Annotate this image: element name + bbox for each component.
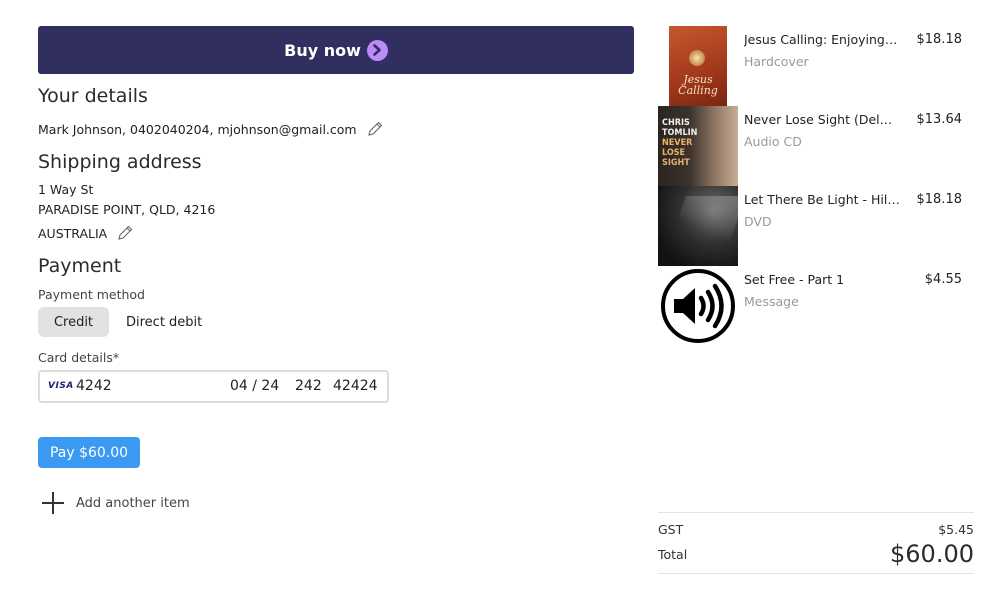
- shipping-address-heading: Shipping address: [38, 151, 202, 173]
- address-country-line: AUSTRALIA: [38, 225, 133, 244]
- item-format: Message: [744, 294, 799, 309]
- contact-line: Mark Johnson, 0402040204, mjohnson@gmail…: [38, 121, 383, 140]
- edit-details-pencil-icon[interactable]: [367, 121, 383, 140]
- gst-value: $5.45: [938, 522, 974, 537]
- plus-icon: [42, 492, 64, 514]
- card-number-input[interactable]: 4242: [76, 378, 112, 394]
- edit-address-pencil-icon[interactable]: [117, 225, 133, 244]
- contact-text: Mark Johnson, 0402040204, mjohnson@gmail…: [38, 122, 357, 137]
- cover-title-text: Jesus Calling: [678, 73, 718, 97]
- pay-button[interactable]: Pay $60.00: [38, 437, 140, 468]
- cover-artist-line: TOMLIN: [662, 128, 698, 138]
- chris-tomlin-cover-image: CHRIS TOMLIN NEVER LOSE SIGHT: [658, 106, 738, 186]
- total-value: $60.00: [890, 540, 974, 568]
- cover-title-line: LOSE: [662, 148, 686, 158]
- item-format: Hardcover: [744, 54, 809, 69]
- address-line-1: 1 Way St: [38, 182, 94, 197]
- item-format: DVD: [744, 214, 772, 229]
- gst-label: GST: [658, 522, 684, 537]
- cart-item: CHRIS TOMLIN NEVER LOSE SIGHT Never Lose…: [658, 106, 974, 186]
- add-another-item-button[interactable]: Add another item: [42, 492, 190, 514]
- visa-card-brand-icon: VISA: [48, 381, 74, 391]
- total-label: Total: [658, 547, 688, 562]
- speaker-icon: [658, 266, 738, 346]
- buy-now-label: Buy now: [284, 40, 361, 60]
- card-expiry-input[interactable]: 04 / 24: [230, 378, 279, 394]
- item-price: $18.18: [916, 192, 963, 207]
- item-name: Let There Be Light - Hills...: [744, 192, 900, 207]
- card-details-label: Card details*: [38, 350, 120, 365]
- cover-artist-line: CHRIS: [662, 118, 690, 128]
- card-details-field[interactable]: VISA 4242 04 / 24 242 42424: [38, 370, 389, 403]
- payment-method-label: Payment method: [38, 287, 145, 302]
- payment-method-direct-debit[interactable]: Direct debit: [120, 307, 208, 337]
- card-postcode-input[interactable]: 42424: [333, 378, 378, 394]
- cart-item: Set Free - Part 1 Message $4.55: [658, 266, 974, 346]
- cart-item: Jesus Calling Jesus Calling: Enjoying P.…: [658, 26, 974, 106]
- add-another-item-label: Add another item: [76, 495, 190, 511]
- buy-now-button[interactable]: Buy now: [38, 26, 634, 74]
- address-line-2: PARADISE POINT, QLD, 4216: [38, 202, 216, 217]
- address-country: AUSTRALIA: [38, 226, 108, 241]
- payment-method-credit[interactable]: Credit: [38, 307, 109, 337]
- chevron-right-icon: [366, 39, 388, 61]
- totals-top-divider: [658, 512, 974, 513]
- item-price: $4.55: [924, 272, 962, 287]
- card-cvc-input[interactable]: 242: [295, 378, 322, 394]
- your-details-heading: Your details: [38, 85, 148, 107]
- item-name: Jesus Calling: Enjoying P...: [744, 32, 900, 47]
- payment-heading: Payment: [38, 255, 122, 277]
- jesus-calling-cover-image: Jesus Calling: [669, 26, 727, 106]
- item-name: Set Free - Part 1: [744, 272, 845, 287]
- item-price: $18.18: [916, 32, 963, 47]
- cover-title-line: NEVER: [662, 138, 693, 148]
- item-name: Never Lose Sight (Delux...: [744, 112, 900, 127]
- totals-bottom-divider: [658, 573, 974, 574]
- item-format: Audio CD: [744, 134, 802, 149]
- cart-item: Let There Be Light - Hills... DVD $18.18: [658, 186, 974, 266]
- let-there-be-light-cover-image: [658, 186, 738, 266]
- cover-title-line: SIGHT: [662, 158, 690, 168]
- item-price: $13.64: [916, 112, 963, 127]
